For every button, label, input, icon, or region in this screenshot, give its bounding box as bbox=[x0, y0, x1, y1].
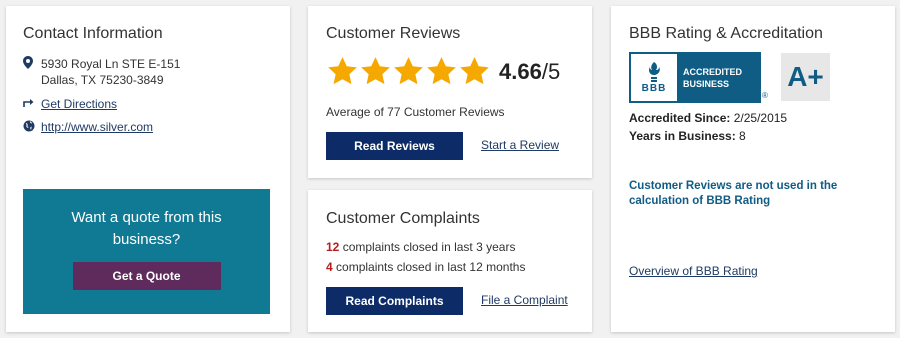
badge-line1: ACCREDITED bbox=[683, 67, 743, 77]
rating-score: 4.66/5 bbox=[499, 58, 561, 84]
bbb-grade: A+ bbox=[781, 53, 830, 101]
star-icon bbox=[427, 57, 456, 85]
globe-icon bbox=[23, 120, 41, 135]
website-link[interactable]: http://www.silver.com bbox=[41, 120, 153, 135]
rating-note: Customer Reviews are not used in the cal… bbox=[629, 180, 838, 207]
bbb-title: BBB Rating & Accreditation bbox=[629, 25, 823, 42]
complaints-12-months: 4 complaints closed in last 12 months bbox=[326, 260, 526, 274]
customer-complaints-card: Customer Complaints 12 complaints closed… bbox=[308, 190, 592, 332]
accredited-since: Accredited Since: 2/25/2015 bbox=[629, 111, 788, 125]
directions-row: Get Directions bbox=[23, 97, 117, 111]
get-a-quote-button[interactable]: Get a Quote bbox=[72, 262, 221, 290]
star-icon bbox=[361, 57, 390, 85]
star-icon bbox=[460, 57, 489, 85]
accredited-business-badge: BBB ACCREDITED BUSINESS bbox=[629, 52, 761, 103]
contact-title: Contact Information bbox=[23, 25, 163, 42]
address-line2: Dallas, TX 75230-3849 bbox=[41, 73, 164, 87]
reviews-title: Customer Reviews bbox=[326, 25, 461, 42]
contact-information-card: Contact Information 5930 Royal Ln STE E-… bbox=[6, 6, 290, 332]
file-a-complaint-link[interactable]: File a Complaint bbox=[481, 293, 568, 307]
address-line1: 5930 Royal Ln STE E-151 bbox=[41, 57, 181, 71]
quote-box: Want a quote from this business? Get a Q… bbox=[23, 189, 270, 314]
star-icon bbox=[394, 57, 423, 85]
get-directions-link[interactable]: Get Directions bbox=[41, 97, 117, 111]
bbb-logo-text: BBB bbox=[641, 83, 667, 94]
bbb-torch-icon bbox=[649, 62, 660, 82]
customer-reviews-card: Customer Reviews 4.66/5 Average of 77 Cu… bbox=[308, 6, 592, 178]
years-in-business: Years in Business: 8 bbox=[629, 129, 746, 143]
bbb-rating-card: BBB Rating & Accreditation BBB ACCREDITE… bbox=[611, 6, 895, 332]
average-reviews-text: Average of 77 Customer Reviews bbox=[326, 105, 505, 119]
complaints-title: Customer Complaints bbox=[326, 210, 480, 227]
star-icon bbox=[328, 57, 357, 85]
address: 5930 Royal Ln STE E-151 Dallas, TX 75230… bbox=[23, 56, 180, 88]
start-a-review-link[interactable]: Start a Review bbox=[481, 138, 559, 152]
quote-prompt: Want a quote from this business? bbox=[71, 209, 222, 248]
read-reviews-button[interactable]: Read Reviews bbox=[326, 132, 463, 160]
arrow-turn-right-icon bbox=[23, 97, 41, 111]
complaints-3-years: 12 complaints closed in last 3 years bbox=[326, 240, 516, 254]
map-pin-icon bbox=[23, 56, 41, 88]
read-complaints-button[interactable]: Read Complaints bbox=[326, 287, 463, 315]
website-row: http://www.silver.com bbox=[23, 120, 153, 135]
registered-mark: ® bbox=[762, 91, 768, 100]
overview-of-bbb-rating-link[interactable]: Overview of BBB Rating bbox=[629, 264, 758, 278]
badge-line2: BUSINESS bbox=[683, 79, 730, 89]
star-rating: 4.66/5 bbox=[326, 55, 560, 88]
